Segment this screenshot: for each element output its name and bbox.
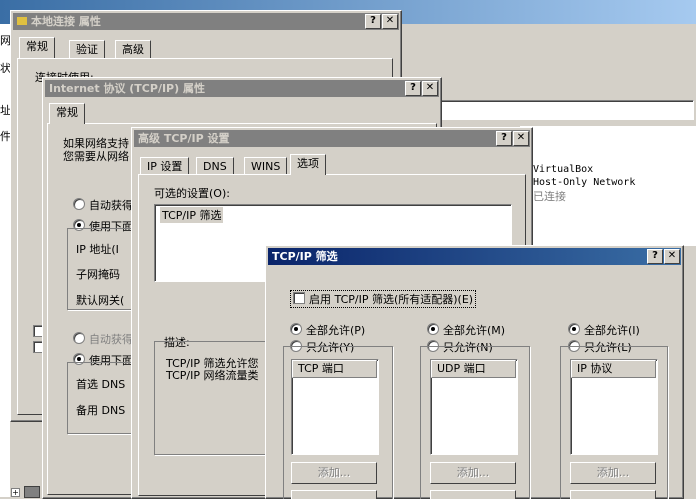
tab-general[interactable]: 常规 xyxy=(19,37,55,58)
network-icon xyxy=(17,17,27,25)
udp-add-button[interactable]: 添加... xyxy=(430,462,516,484)
ip-remove-button[interactable] xyxy=(570,490,656,499)
tcpip-filtering-window: TCP/IP 筛选 ? ✕ 启用 TCP/IP 筛选(所有适配器)(E) 全部允… xyxy=(265,245,684,499)
ip-address-label: IP 地址(I xyxy=(76,243,119,256)
auto-dns-radio[interactable]: 自动获得 xyxy=(73,331,133,347)
udp-allow-all-radio[interactable]: 全部允许(M) xyxy=(427,322,505,338)
list-item[interactable]: TCP/IP 筛选 xyxy=(160,207,224,223)
gateway-label: 默认网关( xyxy=(76,294,125,307)
udp-port-header: UDP 端口 xyxy=(431,360,516,378)
tcp-remove-button[interactable] xyxy=(291,490,377,499)
tcp-ports-list[interactable]: TCP 端口 xyxy=(291,359,379,455)
enable-filtering-checkbox[interactable]: 启用 TCP/IP 筛选(所有适配器)(E) xyxy=(290,290,477,308)
background-left-strip xyxy=(0,24,10,497)
ip-allow-all-radio[interactable]: 全部允许(I) xyxy=(568,322,640,338)
tcpip-properties-titlebar: Internet 协议 (TCP/IP) 属性 xyxy=(45,80,439,97)
local-connection-titlebar: 本地连接 属性 xyxy=(13,13,399,30)
tab-options[interactable]: 选项 xyxy=(290,154,326,175)
preferred-dns-label: 首选 DNS xyxy=(76,378,126,391)
ip-add-button[interactable]: 添加... xyxy=(570,462,656,484)
tcp-add-button[interactable]: 添加... xyxy=(291,462,377,484)
udp-remove-button[interactable] xyxy=(430,490,516,499)
help-button[interactable]: ? xyxy=(405,81,421,96)
optional-settings-label: 可选的设置(O): xyxy=(154,187,230,200)
ip-protocol-header: IP 协议 xyxy=(571,360,656,378)
help-button[interactable]: ? xyxy=(496,131,512,146)
adapter-type: Host-Only Network xyxy=(533,177,636,188)
description-text: TCP/IP 网络流量类 xyxy=(166,369,259,382)
udp-ports-list[interactable]: UDP 端口 xyxy=(430,359,518,455)
tab-general[interactable]: 常规 xyxy=(49,103,85,124)
adapter-name: VirtualBox xyxy=(533,164,594,175)
close-button[interactable]: ✕ xyxy=(422,81,438,96)
tab-advanced[interactable]: 高级 xyxy=(115,40,151,59)
alternate-dns-label: 备用 DNS xyxy=(76,404,126,417)
tcp-port-header: TCP 端口 xyxy=(292,360,377,378)
advanced-tcpip-titlebar: 高级 TCP/IP 设置 xyxy=(134,130,530,147)
intro-text: 您需要从网络 xyxy=(63,150,129,163)
tcp-allow-all-radio[interactable]: 全部允许(P) xyxy=(290,322,365,338)
computer-icon xyxy=(24,486,40,498)
adapter-status: 已连接 xyxy=(533,190,566,203)
tab-authentication[interactable]: 验证 xyxy=(69,40,105,59)
checkbox[interactable] xyxy=(293,292,305,304)
close-button[interactable]: ✕ xyxy=(382,14,398,29)
auto-ip-radio[interactable]: 自动获得 xyxy=(73,197,133,213)
close-button[interactable]: ✕ xyxy=(664,249,680,264)
help-button[interactable]: ? xyxy=(365,14,381,29)
ip-protocols-list[interactable]: IP 协议 xyxy=(570,359,658,455)
expand-icon[interactable]: + xyxy=(11,488,20,497)
help-button[interactable]: ? xyxy=(647,249,663,264)
subnet-mask-label: 子网掩码 xyxy=(76,268,120,281)
tcpip-filtering-titlebar: TCP/IP 筛选 xyxy=(268,248,681,265)
close-button[interactable]: ✕ xyxy=(513,131,529,146)
background-address-field[interactable] xyxy=(440,100,694,120)
